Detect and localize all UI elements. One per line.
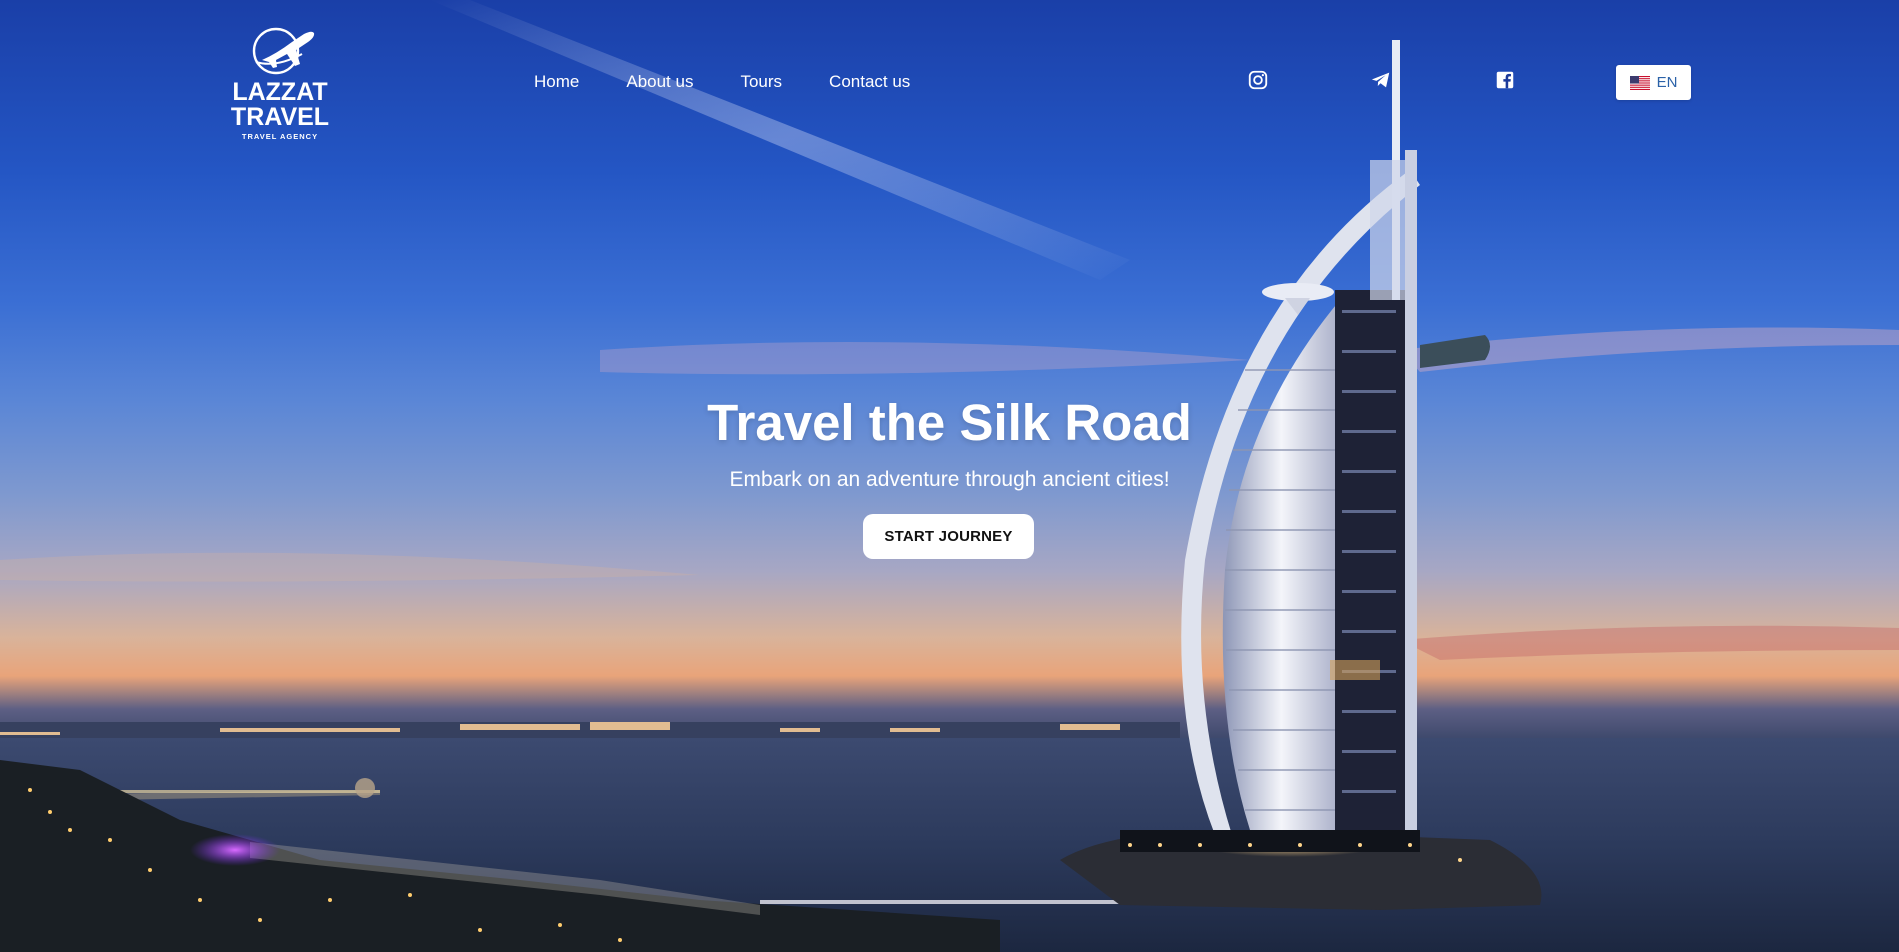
hero-section: LAZZAT TRAVEL TRAVEL AGENCY Home About u… bbox=[0, 0, 1899, 952]
us-flag-icon bbox=[1629, 75, 1650, 90]
nav-item-home[interactable]: Home bbox=[534, 72, 579, 92]
instagram-icon[interactable] bbox=[1247, 69, 1269, 91]
main-nav: Home About us Tours Contact us bbox=[534, 72, 957, 92]
brand-name-line2: TRAVEL bbox=[230, 103, 330, 131]
language-selector[interactable]: EN bbox=[1616, 65, 1691, 100]
nav-item-tours[interactable]: Tours bbox=[740, 72, 782, 92]
hero-subtitle: Embark on an adventure through ancient c… bbox=[729, 468, 1170, 491]
site-header: LAZZAT TRAVEL TRAVEL AGENCY Home About u… bbox=[0, 0, 1899, 165]
brand-logo[interactable]: LAZZAT TRAVEL TRAVEL AGENCY bbox=[230, 24, 330, 141]
plane-globe-icon bbox=[252, 27, 315, 75]
telegram-icon[interactable] bbox=[1370, 69, 1392, 91]
hero-title: Travel the Silk Road bbox=[707, 394, 1192, 451]
brand-tagline: TRAVEL AGENCY bbox=[241, 132, 319, 141]
nav-item-about-us[interactable]: About us bbox=[626, 72, 693, 92]
start-journey-button[interactable]: START JOURNEY bbox=[863, 514, 1034, 559]
nav-item-contact-us[interactable]: Contact us bbox=[829, 72, 910, 92]
language-code: EN bbox=[1656, 74, 1678, 91]
facebook-icon[interactable] bbox=[1494, 69, 1516, 91]
brand-name-line1: LAZZAT bbox=[232, 78, 328, 106]
